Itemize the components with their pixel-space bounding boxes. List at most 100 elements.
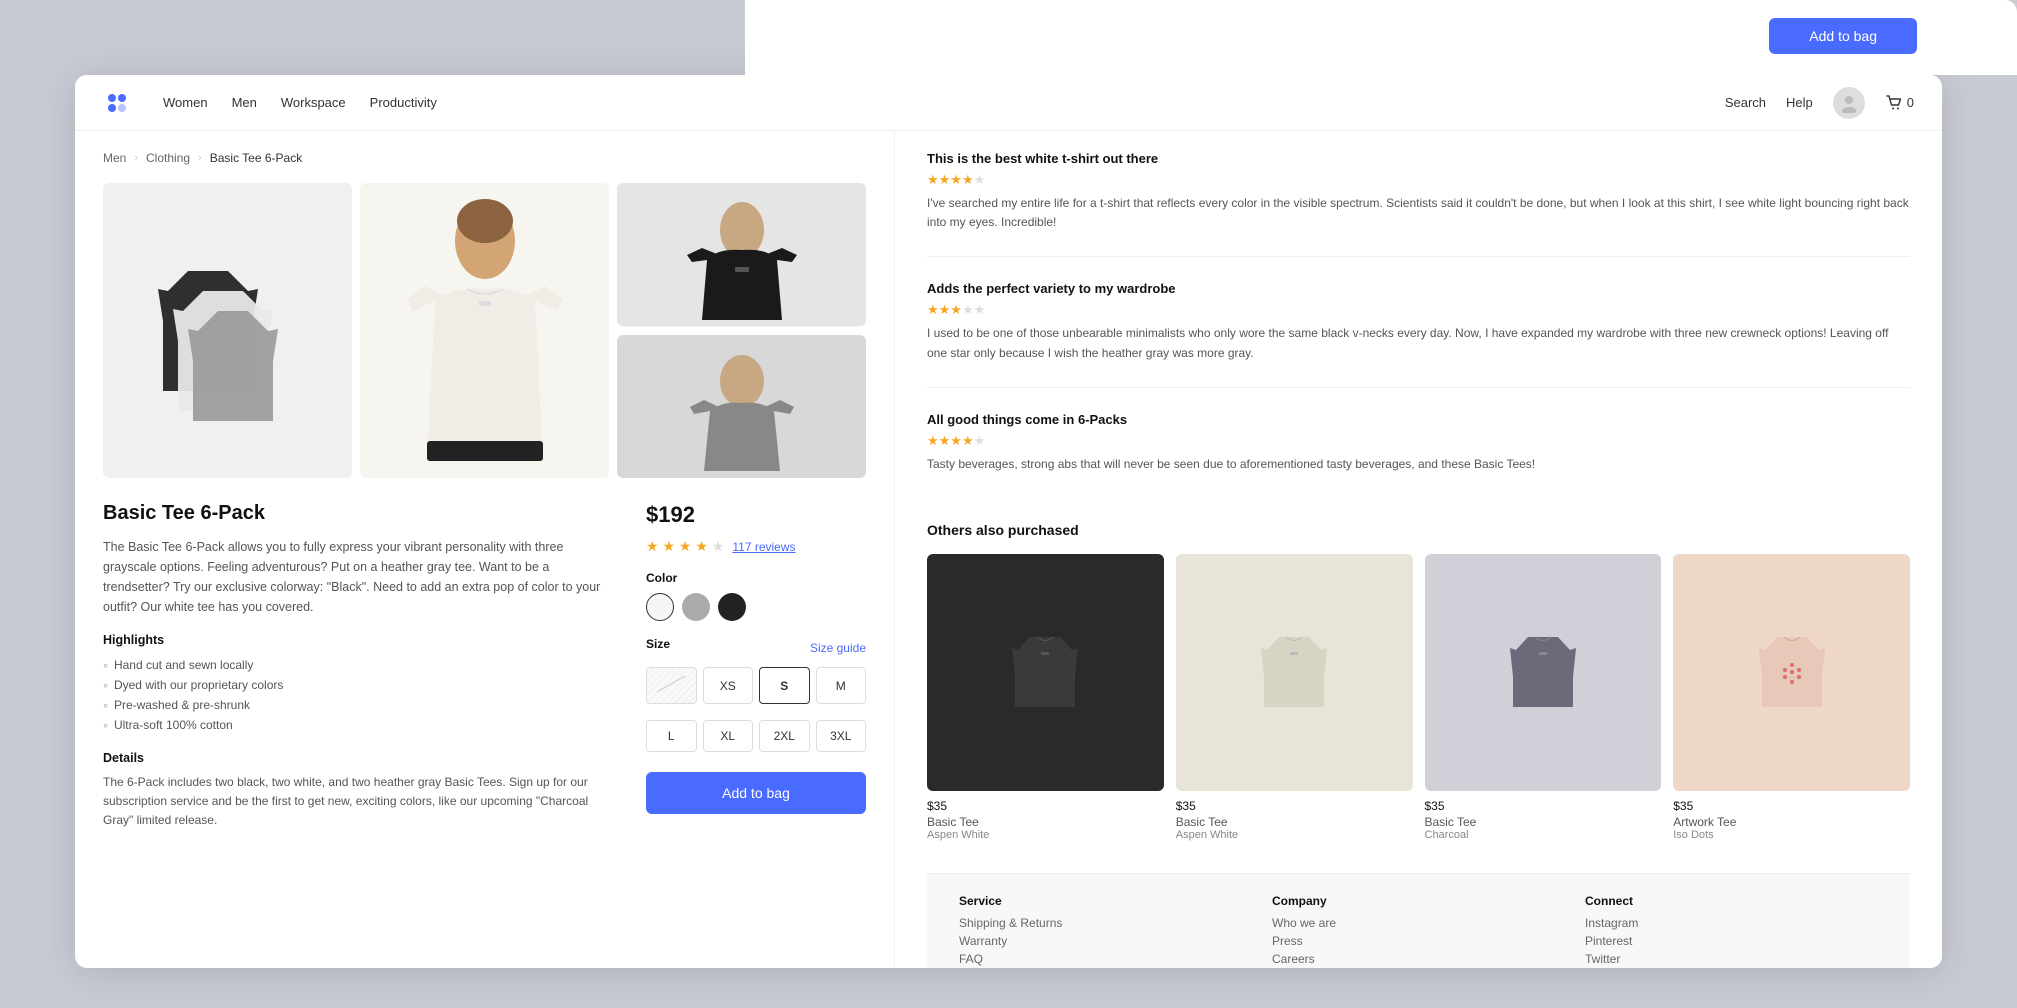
review-2-text: I used to be one of those unbearable min…: [927, 324, 1910, 362]
rec-4-price: $35: [1673, 799, 1910, 813]
main-nav: Women Men Workspace Productivity: [163, 91, 1725, 114]
size-xl[interactable]: XL: [703, 720, 754, 752]
rec-4-sub: Iso Dots: [1673, 829, 1910, 841]
rec-item-2[interactable]: $35 Basic Tee Aspen White: [1176, 554, 1413, 841]
main-card: Women Men Workspace Productivity Search …: [75, 75, 1942, 968]
nav-productivity[interactable]: Productivity: [370, 91, 437, 114]
footer-pinterest[interactable]: Pinterest: [1585, 934, 1878, 948]
top-add-to-bag-button[interactable]: Add to bag: [1769, 18, 1917, 54]
color-gray-swatch[interactable]: [682, 593, 710, 621]
color-white-swatch[interactable]: [646, 593, 674, 621]
footer-careers[interactable]: Careers: [1272, 952, 1565, 966]
breadcrumb-sep-2: ›: [198, 152, 202, 164]
details-text: The 6-Pack includes two black, two white…: [103, 773, 606, 831]
product-info-row: Basic Tee 6-Pack The Basic Tee 6-Pack al…: [103, 502, 866, 831]
size-guide-link[interactable]: Size guide: [810, 641, 866, 655]
rec-3-price: $35: [1425, 799, 1662, 813]
rec-item-3[interactable]: $35 Basic Tee Charcoal: [1425, 554, 1662, 841]
rec-item-4[interactable]: $35 Artwork Tee Iso Dots: [1673, 554, 1910, 841]
review-3-text: Tasty beverages, strong abs that will ne…: [927, 455, 1910, 474]
right-panel: This is the best white t-shirt out there…: [895, 131, 1942, 968]
footer-shipping[interactable]: Shipping & Returns: [959, 916, 1252, 930]
color-black-swatch[interactable]: [718, 593, 746, 621]
highlight-1: Hand cut and sewn locally: [103, 655, 606, 675]
footer-company: Company Who we are Press Careers: [1272, 894, 1565, 968]
size-3xl[interactable]: 3XL: [816, 720, 867, 752]
rec-2-sub: Aspen White: [1176, 829, 1413, 841]
header-right: Search Help 0: [1725, 87, 1914, 119]
nav-men[interactable]: Men: [232, 91, 257, 114]
color-label: Color: [646, 571, 866, 585]
nav-workspace[interactable]: Workspace: [281, 91, 346, 114]
product-image-gray[interactable]: [617, 335, 866, 479]
product-description: The Basic Tee 6-Pack allows you to fully…: [103, 537, 606, 617]
review-1-stars: ★★★★★: [927, 172, 1910, 188]
product-title: Basic Tee 6-Pack: [103, 502, 606, 525]
footer-twitter[interactable]: Twitter: [1585, 952, 1878, 966]
product-details: Basic Tee 6-Pack The Basic Tee 6-Pack al…: [103, 502, 606, 831]
footer-faq[interactable]: FAQ: [959, 952, 1252, 966]
reviews-section: This is the best white t-shirt out there…: [927, 151, 1910, 498]
breadcrumb-sep-1: ›: [134, 152, 138, 164]
breadcrumb-men[interactable]: Men: [103, 151, 126, 165]
avatar[interactable]: [1833, 87, 1865, 119]
rec-4-name: Artwork Tee: [1673, 815, 1910, 829]
product-price: $192: [646, 502, 866, 528]
review-3-title: All good things come in 6-Packs: [927, 412, 1910, 427]
overlay-top-bar: Add to bag: [745, 0, 2017, 75]
add-to-bag-button[interactable]: Add to bag: [646, 772, 866, 814]
footer-instagram[interactable]: Instagram: [1585, 916, 1878, 930]
breadcrumb: Men › Clothing › Basic Tee 6-Pack: [103, 151, 866, 165]
highlight-3: Pre-washed & pre-shrunk: [103, 695, 606, 715]
review-1-title: This is the best white t-shirt out there: [927, 151, 1910, 166]
product-purchase-panel: $192 ★ ★ ★ ★ ★ 117 reviews Color: [646, 502, 866, 831]
star-rating: ★ ★ ★ ★ ★: [646, 538, 724, 555]
product-image-black[interactable]: [617, 183, 866, 327]
footer-service-title: Service: [959, 894, 1252, 908]
review-1-text: I've searched my entire life for a t-shi…: [927, 194, 1910, 232]
size-label: Size: [646, 637, 670, 651]
footer-warranty[interactable]: Warranty: [959, 934, 1252, 948]
review-1: This is the best white t-shirt out there…: [927, 151, 1910, 257]
rec-3-name: Basic Tee: [1425, 815, 1662, 829]
footer-service: Service Shipping & Returns Warranty FAQ: [959, 894, 1252, 968]
help-button[interactable]: Help: [1786, 95, 1813, 110]
size-m[interactable]: M: [816, 667, 867, 704]
star-4: ★: [695, 538, 708, 554]
rec-1-name: Basic Tee: [927, 815, 1164, 829]
size-header: Size Size guide: [646, 637, 866, 659]
star-3: ★: [679, 538, 692, 554]
search-button[interactable]: Search: [1725, 95, 1766, 110]
size-2xl[interactable]: 2XL: [759, 720, 810, 752]
highlights-heading: Highlights: [103, 633, 606, 647]
rec-2-price: $35: [1176, 799, 1413, 813]
cart-count: 0: [1907, 95, 1914, 110]
product-recommendations: $35 Basic Tee Aspen White: [927, 554, 1910, 841]
product-section: Men › Clothing › Basic Tee 6-Pack: [75, 131, 895, 968]
color-options: [646, 593, 866, 621]
review-count-link[interactable]: 117 reviews: [732, 540, 795, 554]
product-image-white[interactable]: [360, 183, 609, 478]
highlight-4: Ultra-soft 100% cotton: [103, 715, 606, 735]
rec-item-1[interactable]: $35 Basic Tee Aspen White: [927, 554, 1164, 841]
size-l[interactable]: L: [646, 720, 697, 752]
rec-2-name: Basic Tee: [1176, 815, 1413, 829]
rating-row: ★ ★ ★ ★ ★ 117 reviews: [646, 538, 866, 555]
breadcrumb-clothing[interactable]: Clothing: [146, 151, 190, 165]
product-images-grid: [103, 183, 866, 478]
logo[interactable]: [103, 89, 131, 117]
rec-1-price: $35: [927, 799, 1164, 813]
review-3-stars: ★★★★★: [927, 433, 1910, 449]
size-s[interactable]: S: [759, 667, 810, 704]
cart-button[interactable]: 0: [1885, 94, 1914, 112]
nav-women[interactable]: Women: [163, 91, 208, 114]
product-image-main[interactable]: [103, 183, 352, 478]
size-grid-row2: L XL 2XL 3XL: [646, 720, 866, 752]
footer-press[interactable]: Press: [1272, 934, 1565, 948]
highlight-2: Dyed with our proprietary colors: [103, 675, 606, 695]
review-2-title: Adds the perfect variety to my wardrobe: [927, 281, 1910, 296]
footer-who-we-are[interactable]: Who we are: [1272, 916, 1565, 930]
size-xs[interactable]: XS: [703, 667, 754, 704]
details-heading: Details: [103, 751, 606, 765]
size-grid-row1: XS S M: [646, 667, 866, 704]
